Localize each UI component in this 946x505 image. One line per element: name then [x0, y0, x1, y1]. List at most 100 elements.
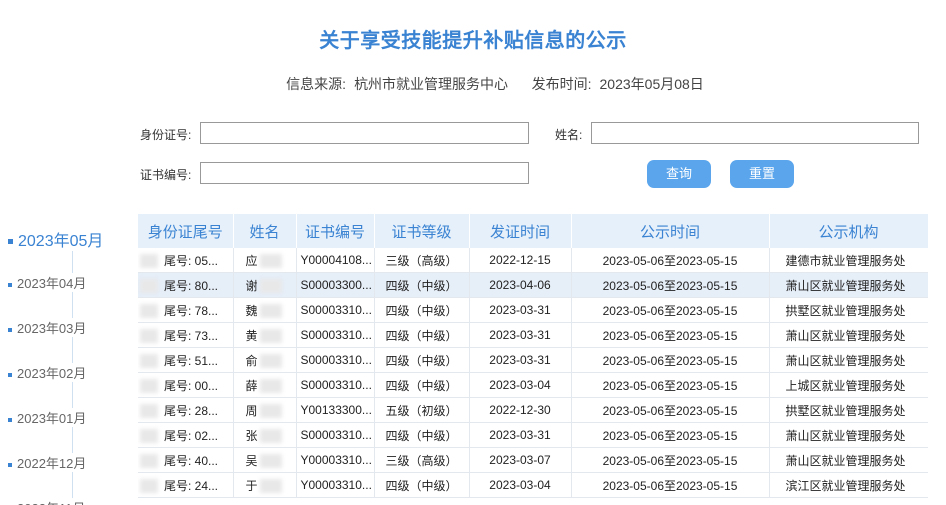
cell-text: 尾号: 28...	[164, 403, 219, 418]
publicity-period-cell: 2023-05-06至2023-05-15	[571, 447, 770, 473]
timeline-item[interactable]: 2023年05月	[8, 227, 108, 251]
column-header: 身份证尾号	[138, 214, 234, 248]
cell-text: S00003310...	[300, 303, 372, 317]
column-header: 发证时间	[469, 214, 572, 248]
cell-text: 四级（中级）	[385, 378, 458, 393]
table-row[interactable]: 尾号: 05... 应 Y00004108... 三级（高级） 2022-12-15 20…	[138, 248, 928, 273]
redaction-mask	[140, 329, 158, 343]
issue-date-cell: 2023-03-31	[469, 422, 572, 448]
certificate-level-cell: 四级（中级）	[374, 272, 470, 298]
publicity-period-cell: 2023-05-06至2023-05-15	[571, 397, 770, 423]
certificate-level-cell: 四级（中级）	[374, 372, 470, 398]
cell-text: 四级（中级）	[385, 278, 458, 293]
table-row[interactable]: 尾号: 78... 魏 S00003310... 四级（中级） 2023-03-31 20…	[138, 297, 928, 323]
cell-text: 2023-05-06至2023-05-15	[602, 403, 738, 418]
cell-text: 2023-05-06至2023-05-15	[602, 353, 738, 368]
id-tail-cell: 尾号: 24...	[138, 472, 234, 498]
cell-text: 尾号: 24...	[164, 478, 219, 493]
cell-text: 2023-05-06至2023-05-15	[602, 378, 738, 393]
timeline-item[interactable]: 2022年12月	[8, 453, 91, 472]
name-cell: 魏	[233, 297, 297, 323]
issue-date-cell: 2022-12-15	[469, 248, 572, 273]
publicity-org-cell: 萧山区就业管理服务处	[769, 447, 928, 473]
redaction-mask	[259, 429, 282, 444]
cell-text: 尾号: 80...	[164, 278, 219, 293]
cell-text: 2023-05-06至2023-05-15	[602, 303, 738, 318]
timeline-item[interactable]: 2023年02月	[8, 363, 91, 382]
month-timeline: 2023年05月 2023年04月 2023年03月 2023年02月 2023年01月…	[0, 215, 135, 505]
cell-text: S00003310...	[300, 353, 372, 367]
certificate-number-cell: Y00004108...	[296, 248, 375, 273]
redaction-mask	[259, 304, 282, 319]
cell-text: 三级（高级）	[385, 453, 458, 468]
cell-text: 2022-12-30	[489, 403, 551, 417]
publicity-org-cell: 萧山区就业管理服务处	[769, 322, 928, 348]
issue-date-cell: 2023-03-04	[469, 472, 572, 498]
results-table-container: 身份证尾号 姓名 证书编号 证书等级 发证时间 公示时间 公示机构 尾号: 05... 应 Y0…	[138, 214, 928, 505]
cell-text: Y00004108...	[300, 253, 372, 267]
timeline-item[interactable]: 2023年01月	[8, 408, 91, 427]
table-row[interactable]: 尾号: 40... 吴 Y00003310... 三级（高级） 2023-03-07 20…	[138, 447, 928, 473]
certificate-number-cell: S00003310...	[296, 347, 375, 373]
source-value: 杭州市就业管理服务中心	[354, 76, 509, 92]
redaction-mask	[140, 354, 158, 368]
id-tail-cell: 尾号: 02...	[138, 422, 234, 448]
certificate-level-cell: 三级（高级）	[374, 248, 470, 273]
issue-date-cell: 2023-03-04	[469, 372, 572, 398]
cell-text: 张	[245, 428, 258, 443]
redaction-mask	[140, 304, 158, 318]
cell-text: 2023-03-31	[489, 428, 551, 442]
cell-text: 薛	[245, 378, 258, 393]
cell-text: 2023-05-06至2023-05-15	[602, 328, 738, 343]
source-label: 信息来源:	[286, 76, 347, 92]
cell-text: 尾号: 00...	[164, 378, 219, 393]
publicity-org-cell: 滨江区就业管理服务处	[769, 472, 928, 498]
cell-text: 2022-12-15	[489, 253, 551, 267]
redaction-mask	[140, 254, 158, 268]
table-row[interactable]: 尾号: 24... 于 Y00003310... 四级（中级） 2023-03-04 20…	[138, 472, 928, 498]
table-row[interactable]: 尾号: 28... 周 Y00133300... 五级（初级） 2022-12-30 20…	[138, 397, 928, 423]
timeline-item[interactable]: 2023年04月	[8, 273, 91, 292]
id-number-input[interactable]	[200, 122, 529, 144]
timeline-item-label: 2023年05月	[18, 233, 104, 250]
column-header: 证书等级	[374, 214, 470, 248]
timeline-dot-icon	[8, 372, 12, 377]
column-header: 公示机构	[769, 214, 928, 248]
reset-button[interactable]: 重置	[730, 160, 794, 188]
cell-text: 三级（高级）	[385, 253, 458, 268]
column-header: 证书编号	[296, 214, 375, 248]
cell-text: 尾号: 51...	[164, 353, 219, 368]
cell-text: 2023-03-04	[489, 378, 551, 392]
table-row[interactable]: 尾号: 73... 黄 S00003310... 四级（中级） 2023-03-31 20…	[138, 322, 928, 348]
name-cell: 黄	[233, 322, 297, 348]
certificate-level-cell: 五级（初级）	[374, 397, 470, 423]
cell-text: S00003310...	[300, 328, 372, 342]
timeline-item[interactable]: 2022年11月	[8, 498, 90, 505]
certificate-number-cell: Y00003310...	[296, 447, 375, 473]
timeline-item[interactable]: 2023年03月	[8, 318, 91, 337]
cell-text: 2023-03-31	[489, 328, 551, 342]
cell-text: 尾号: 05...	[164, 253, 219, 268]
table-row[interactable]: 尾号: 02... 张 S00003310... 四级（中级） 2023-03-31 20…	[138, 422, 928, 448]
certificate-number-label: 证书编号:	[140, 168, 192, 182]
table-row[interactable]: 尾号: 80... 谢 S00003300... 四级（中级） 2023-04-06 20…	[138, 272, 928, 298]
date-label: 发布时间:	[531, 76, 592, 92]
timeline-item-label: 2023年03月	[17, 321, 87, 336]
redaction-mask	[259, 279, 282, 294]
timeline-item-label: 2023年02月	[17, 366, 87, 381]
column-header: 姓名	[233, 214, 297, 248]
timeline-item-label: 2023年04月	[17, 276, 87, 291]
cell-text: 四级（中级）	[385, 353, 458, 368]
certificate-level-cell: 四级（中级）	[374, 472, 470, 498]
certificate-number-input[interactable]	[200, 162, 529, 184]
timeline-dot-icon	[8, 282, 12, 287]
table-row[interactable]: 尾号: 00... 薛 S00003310... 四级（中级） 2023-03-04 20…	[138, 372, 928, 398]
cell-text: 2023-03-07	[489, 453, 551, 467]
cell-text: 拱墅区就业管理服务处	[785, 403, 906, 418]
cell-text: 拱墅区就业管理服务处	[785, 303, 906, 318]
name-input[interactable]	[591, 122, 919, 144]
table-row[interactable]: 尾号: 51... 俞 S00003310... 四级（中级） 2023-03-31 20…	[138, 347, 928, 373]
query-button[interactable]: 查询	[647, 160, 711, 188]
name-cell: 吴	[233, 447, 297, 473]
cell-text: 尾号: 73...	[164, 328, 219, 343]
